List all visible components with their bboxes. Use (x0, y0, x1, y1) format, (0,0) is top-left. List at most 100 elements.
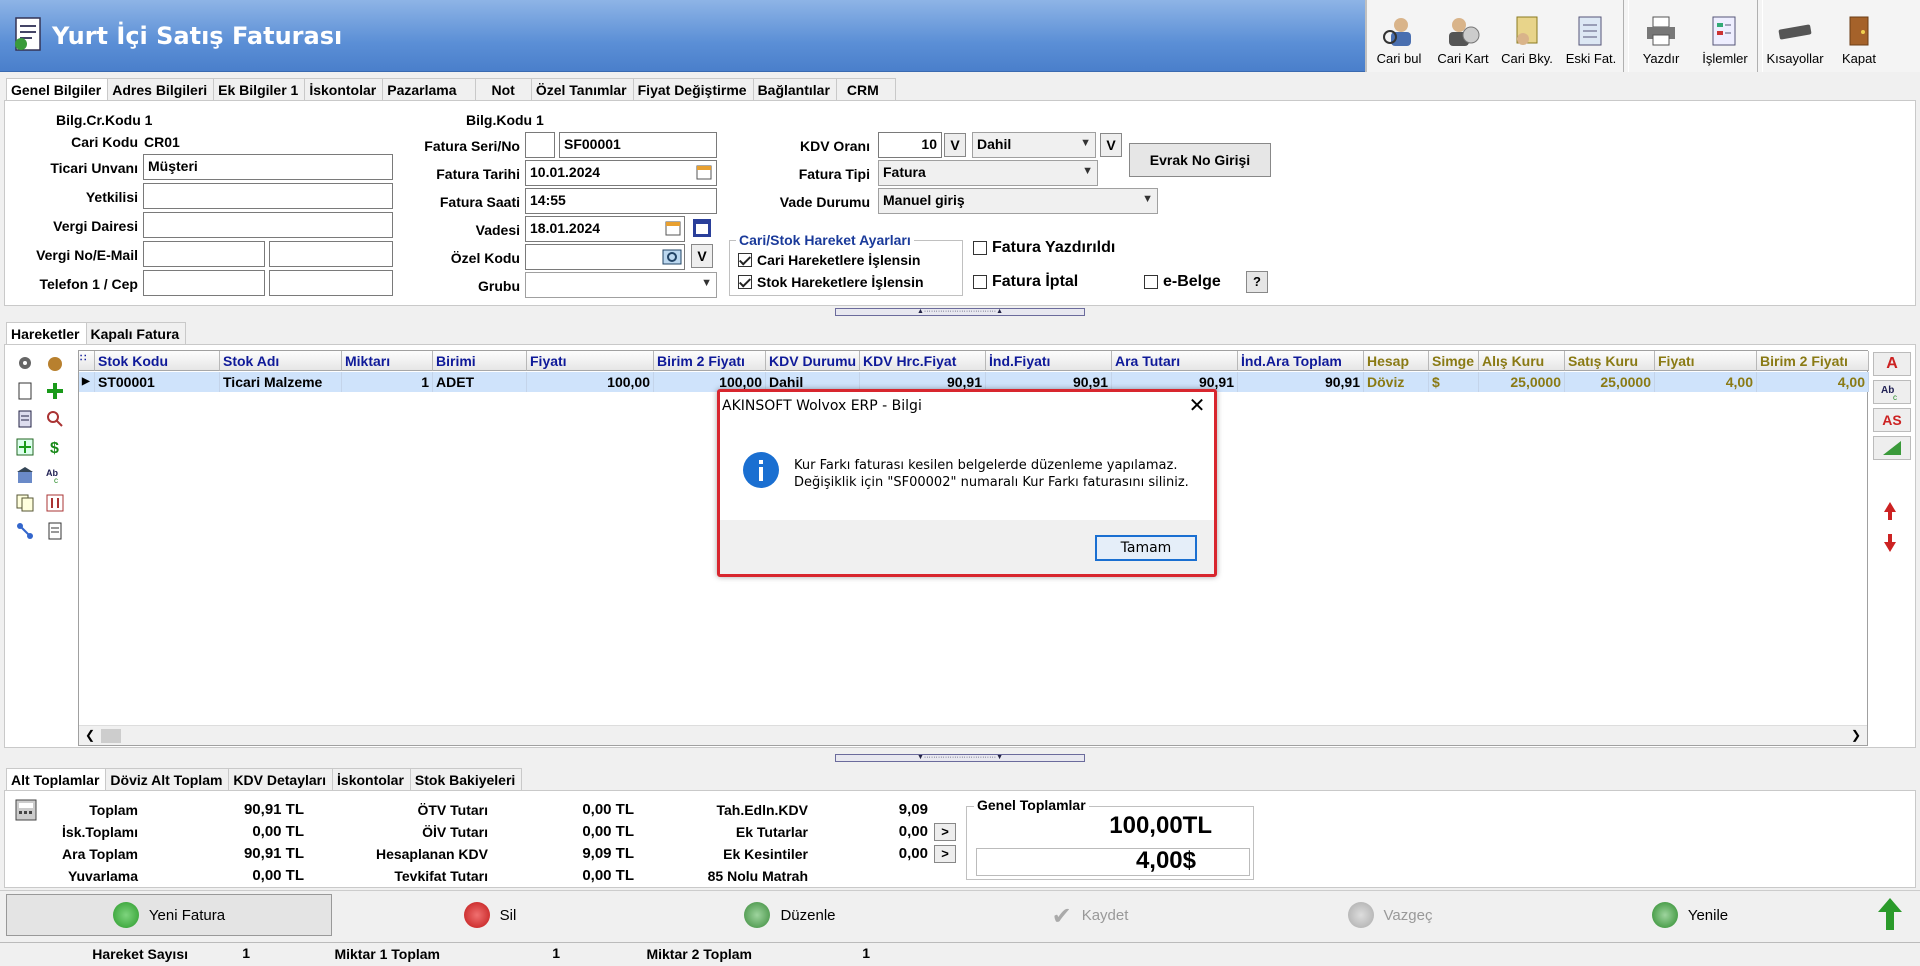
document-list-icon[interactable] (16, 410, 34, 428)
col-simge[interactable]: Simge (1429, 351, 1479, 371)
kaydet-button[interactable]: ✔ Kaydet (940, 894, 1240, 936)
kapat-button[interactable]: Kapat (1827, 0, 1891, 72)
vade-durumu-select[interactable]: Manuel giriş ▼ (878, 188, 1158, 214)
col-kdv-hrc-fiyat[interactable]: KDV Hrc.Fiyat (860, 351, 986, 371)
tab-kdv-detaylari[interactable]: KDV Detayları (228, 768, 334, 791)
ek-tutarlar-button[interactable]: > (934, 823, 956, 841)
vergi-no-input[interactable] (143, 241, 265, 267)
grubu-select[interactable]: ▼ (525, 272, 717, 298)
yenile-button[interactable]: Yenile (1540, 894, 1840, 936)
islemler-button[interactable]: İşlemler (1693, 0, 1757, 72)
calendar-icon[interactable] (696, 164, 712, 180)
horizontal-scrollbar[interactable]: ❮ ❯ (79, 725, 1867, 745)
col-stok-kodu[interactable]: Stok Kodu (95, 351, 220, 371)
chart-green-icon[interactable] (1873, 436, 1911, 460)
cari-kart-button[interactable]: Cari Kart (1431, 0, 1495, 72)
ok-button[interactable]: Tamam (1095, 535, 1197, 561)
search-magnifier-icon[interactable] (46, 410, 64, 428)
dialog-close-icon[interactable]: ✕ (1184, 394, 1210, 418)
fatura-saati-input[interactable]: 14:55 (525, 188, 717, 214)
tab-ozel-tanimlar[interactable]: Özel Tanımlar (530, 78, 634, 101)
col-alis-kuru[interactable]: Alış Kuru (1479, 351, 1565, 371)
tab-sum-iskontolar[interactable]: İskontolar (332, 768, 411, 791)
col-miktari[interactable]: Miktarı (342, 351, 433, 371)
cari-bul-button[interactable]: Cari bul (1367, 0, 1431, 72)
tab-baglantilar[interactable]: Bağlantılar (752, 78, 837, 101)
col-ara-tutari[interactable]: Ara Tutarı (1112, 351, 1238, 371)
tab-genel-bilgiler[interactable]: Genel Bilgiler (6, 78, 109, 101)
columns-icon[interactable] (46, 494, 64, 512)
scroll-right-icon[interactable]: ❯ (1851, 728, 1861, 742)
tab-fiyat-degistirme[interactable]: Fiyat Değiştirme (632, 78, 754, 101)
scroll-up-green-arrow-icon[interactable] (1876, 896, 1904, 932)
dahil-v-button[interactable]: V (1100, 133, 1122, 157)
yetkilisi-input[interactable] (143, 183, 393, 209)
ticari-unvani-input[interactable]: Müşteri (143, 154, 393, 180)
col-fiyati[interactable]: Fiyatı (527, 351, 654, 371)
calendar-icon[interactable] (665, 220, 681, 236)
settings-gear-icon[interactable] (16, 354, 34, 372)
table-cell[interactable]: 4,00 (1757, 372, 1869, 392)
add-plus-icon[interactable] (46, 382, 64, 400)
col-satis-kuru[interactable]: Satış Kuru (1565, 351, 1655, 371)
kisayollar-button[interactable]: Kısayollar (1763, 0, 1827, 72)
sil-button[interactable]: Sil (340, 894, 640, 936)
note-document-icon[interactable] (46, 522, 64, 540)
tab-not[interactable]: Not (474, 78, 532, 101)
tab-adres-bilgileri[interactable]: Adres Bilgileri (107, 78, 215, 101)
table-cell[interactable]: 25,0000 (1479, 372, 1565, 392)
eski-fatura-button[interactable]: Eski Fat. (1559, 0, 1623, 72)
kdv-orani-input[interactable]: 10 (878, 132, 942, 158)
lookup-icon[interactable] (661, 247, 683, 267)
tab-doviz-alt-toplam[interactable]: Döviz Alt Toplam (105, 768, 230, 791)
tab-alt-toplamlar[interactable]: Alt Toplamlar (6, 768, 107, 791)
move-down-arrow-icon[interactable] (1882, 532, 1898, 554)
fatura-yazdirildi-checkbox[interactable]: Fatura Yazdırıldı (973, 239, 1115, 257)
e-belge-checkbox[interactable]: e-Belge (1144, 273, 1221, 291)
move-up-arrow-icon[interactable] (1882, 500, 1898, 522)
col-hesap[interactable]: Hesap (1364, 351, 1429, 371)
col-kdv-durumu[interactable]: KDV Durumu (766, 351, 860, 371)
scroll-left-icon[interactable]: ❮ (85, 728, 95, 742)
fatura-tarihi-input[interactable]: 10.01.2024 (525, 160, 717, 186)
duzenle-button[interactable]: Düzenle (640, 894, 940, 936)
new-document-icon[interactable] (16, 382, 34, 400)
col-ind-fiyati[interactable]: İnd.Fiyatı (986, 351, 1112, 371)
col-doviz-birim2-fiyati[interactable]: Birim 2 Fiyatı (1757, 351, 1869, 371)
tab-crm[interactable]: CRM (835, 78, 896, 101)
table-cell[interactable]: 25,0000 (1565, 372, 1655, 392)
table-cell[interactable]: 1 (342, 372, 433, 392)
kdv-dahil-select[interactable]: Dahil ▼ (972, 132, 1096, 158)
calendar-15-icon[interactable] (692, 218, 712, 238)
table-cell[interactable]: ST00001 (95, 372, 220, 392)
table-cell[interactable]: $ (1429, 372, 1479, 392)
tab-iskontolar[interactable]: İskontolar (304, 78, 384, 101)
vadesi-input[interactable]: 18.01.2024 (525, 216, 685, 242)
cep-input[interactable] (269, 270, 393, 296)
add-row-icon[interactable] (16, 438, 34, 456)
warehouse-icon[interactable] (16, 466, 34, 484)
as-button[interactable]: AS (1873, 408, 1911, 432)
fatura-iptal-checkbox[interactable]: Fatura İptal (973, 273, 1078, 291)
table-cell[interactable]: 4,00 (1655, 372, 1757, 392)
vazgec-button[interactable]: Vazgeç (1240, 894, 1540, 936)
ozel-kodu-v-button[interactable]: V (691, 244, 713, 268)
tab-stok-bakiyeleri[interactable]: Stok Bakiyeleri (409, 768, 523, 791)
email-input[interactable] (269, 241, 393, 267)
grid-splitter[interactable]: ▼·······························▼ (835, 754, 1085, 762)
copy-documents-icon[interactable] (16, 494, 34, 512)
scroll-thumb[interactable] (101, 729, 121, 743)
table-cell[interactable]: 90,91 (1238, 372, 1364, 392)
table-cell[interactable]: 100,00 (527, 372, 654, 392)
cari-hareket-checkbox[interactable]: Cari Hareketlere İşlensin (738, 252, 920, 268)
yazdir-button[interactable]: Yazdır (1629, 0, 1693, 72)
yeni-fatura-button[interactable]: Yeni Fatura (6, 894, 332, 936)
cari-bakiye-button[interactable]: Cari Bky. (1495, 0, 1559, 72)
table-cell[interactable]: Döviz (1364, 372, 1429, 392)
vergi-dairesi-input[interactable] (143, 212, 393, 238)
kdv-v-button[interactable]: V (944, 133, 966, 157)
translate-abc-icon[interactable]: Abc (46, 466, 64, 484)
telefon-input[interactable] (143, 270, 265, 296)
col-birim2-fiyati[interactable]: Birim 2 Fiyatı (654, 351, 766, 371)
table-cell[interactable]: Ticari Malzeme (220, 372, 342, 392)
